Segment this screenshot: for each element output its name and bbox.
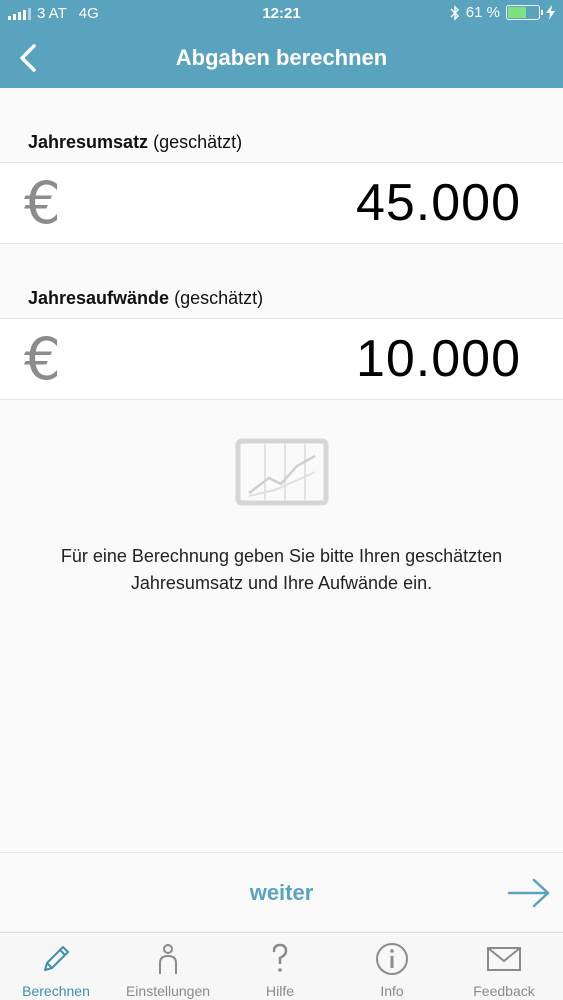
tab-berechnen[interactable]: Berechnen: [0, 933, 112, 1000]
expenses-label: Jahresaufwände (geschätzt): [28, 288, 263, 309]
battery-icon: [506, 5, 543, 20]
page-title: Abgaben berechnen: [175, 45, 388, 70]
expenses-label-title: Jahresaufwände: [28, 288, 170, 308]
hint-text: Für eine Berechnung geben Sie bitte Ihre…: [20, 543, 543, 597]
expenses-input[interactable]: € 10.000: [0, 318, 563, 400]
revenue-label-suffix: (geschätzt): [153, 132, 243, 152]
charging-icon: [546, 5, 555, 20]
envelope-icon: [487, 947, 521, 971]
arrow-right-icon[interactable]: [506, 876, 552, 910]
revenue-label-title: Jahresumsatz: [28, 132, 149, 152]
revenue-value[interactable]: 45.000: [356, 173, 521, 233]
tab-info[interactable]: Info: [336, 933, 448, 1000]
info-icon: [376, 943, 408, 975]
tab-label: Info: [380, 983, 404, 999]
euro-icon: €: [24, 169, 61, 237]
bluetooth-icon: [450, 4, 459, 21]
hint-line-1: Für eine Berechnung geben Sie bitte Ihre…: [60, 546, 503, 566]
chart-icon: [235, 438, 329, 506]
pencil-icon: [44, 946, 69, 971]
tab-label: Berechnen: [22, 983, 90, 999]
tab-einstellungen[interactable]: Einstellungen: [112, 933, 224, 1000]
revenue-input[interactable]: € 45.000: [0, 162, 563, 244]
status-right: 61 %: [450, 4, 555, 21]
tab-label: Feedback: [473, 983, 535, 999]
divider: [0, 852, 563, 853]
question-icon: [272, 943, 288, 972]
hint-line-2: Jahresumsatz und Ihre Aufwände ein.: [130, 573, 433, 593]
top-bar: 3 AT 4G 12:21 61 % Abgaben berechnen: [0, 0, 563, 88]
tab-feedback[interactable]: Feedback: [448, 933, 560, 1000]
euro-icon: €: [24, 325, 61, 393]
expenses-label-suffix: (geschätzt): [174, 288, 264, 308]
status-bar: 3 AT 4G 12:21 61 %: [0, 0, 563, 30]
tab-label: Hilfe: [265, 983, 294, 999]
next-button[interactable]: weiter: [0, 880, 563, 906]
tab-label: Einstellungen: [125, 983, 211, 999]
tab-bar: Berechnen Einstellungen Hilfe Info Feedb…: [0, 932, 563, 1000]
navigation-bar: Abgaben berechnen: [0, 30, 563, 88]
person-icon: [159, 944, 177, 974]
expenses-value[interactable]: 10.000: [356, 329, 521, 389]
battery-percent: 61 %: [465, 4, 500, 21]
revenue-label: Jahresumsatz (geschätzt): [28, 132, 242, 153]
tab-hilfe[interactable]: Hilfe: [224, 933, 336, 1000]
